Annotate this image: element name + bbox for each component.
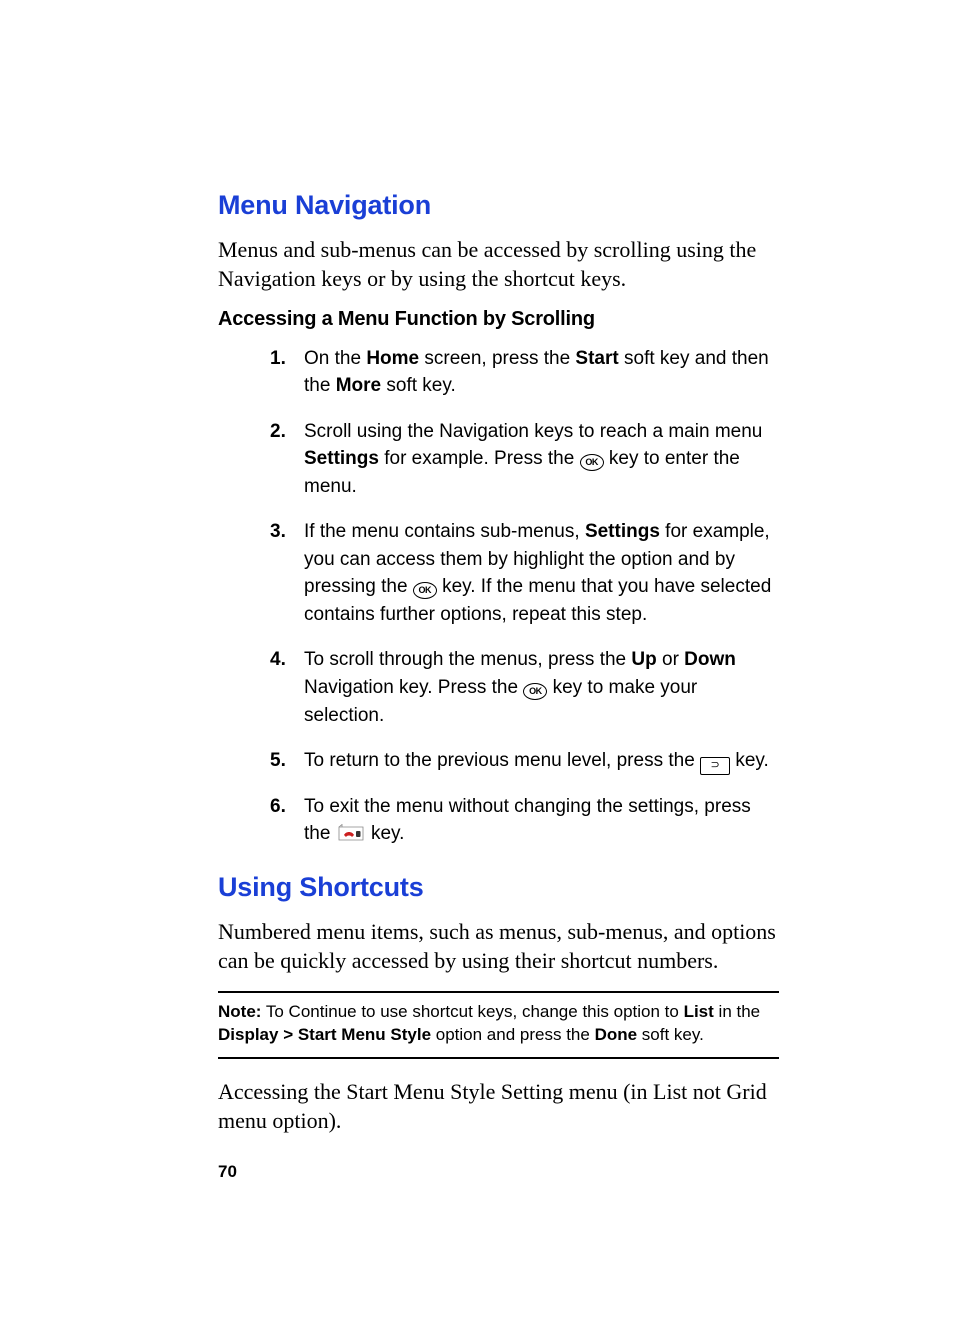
ok-key-icon: OK bbox=[523, 683, 547, 700]
back-key-icon: ⊃ bbox=[700, 757, 730, 775]
step-3: 3. If the menu contains sub-menus, Setti… bbox=[270, 518, 779, 628]
step-text: To exit the menu without changing the se… bbox=[304, 796, 751, 845]
step-6: 6. To exit the menu without changing the… bbox=[270, 793, 779, 848]
ok-key-icon: OK bbox=[580, 454, 604, 471]
step-number: 2. bbox=[270, 418, 286, 446]
step-number: 1. bbox=[270, 345, 286, 373]
intro-paragraph: Menus and sub-menus can be accessed by s… bbox=[218, 235, 779, 294]
step-text: Scroll using the Navigation keys to reac… bbox=[304, 421, 762, 497]
section-heading-menu-navigation: Menu Navigation bbox=[218, 190, 779, 221]
step-number: 6. bbox=[270, 793, 286, 821]
page-number: 70 bbox=[218, 1162, 779, 1182]
steps-list: 1. On the Home screen, press the Start s… bbox=[270, 345, 779, 848]
section-heading-using-shortcuts: Using Shortcuts bbox=[218, 872, 779, 903]
step-2: 2. Scroll using the Navigation keys to r… bbox=[270, 418, 779, 501]
step-number: 3. bbox=[270, 518, 286, 546]
step-4: 4. To scroll through the menus, press th… bbox=[270, 646, 779, 729]
step-text: On the Home screen, press the Start soft… bbox=[304, 348, 769, 397]
subheading-accessing: Accessing a Menu Function by Scrolling bbox=[218, 308, 779, 331]
step-1: 1. On the Home screen, press the Start s… bbox=[270, 345, 779, 400]
note-label: Note: bbox=[218, 1002, 261, 1021]
step-text: If the menu contains sub-menus, Settings… bbox=[304, 521, 771, 625]
document-page: Menu Navigation Menus and sub-menus can … bbox=[0, 0, 954, 1319]
step-number: 5. bbox=[270, 747, 286, 775]
intro-paragraph: Numbered menu items, such as menus, sub-… bbox=[218, 917, 779, 976]
step-number: 4. bbox=[270, 646, 286, 674]
body-paragraph: Accessing the Start Menu Style Setting m… bbox=[218, 1077, 779, 1136]
ok-key-icon: OK bbox=[413, 582, 437, 599]
end-call-key-icon bbox=[336, 824, 366, 842]
step-text: To scroll through the menus, press the U… bbox=[304, 649, 736, 725]
note-block: Note: To Continue to use shortcut keys, … bbox=[218, 991, 779, 1059]
step-5: 5. To return to the previous menu level,… bbox=[270, 747, 779, 775]
step-text: To return to the previous menu level, pr… bbox=[304, 750, 769, 771]
